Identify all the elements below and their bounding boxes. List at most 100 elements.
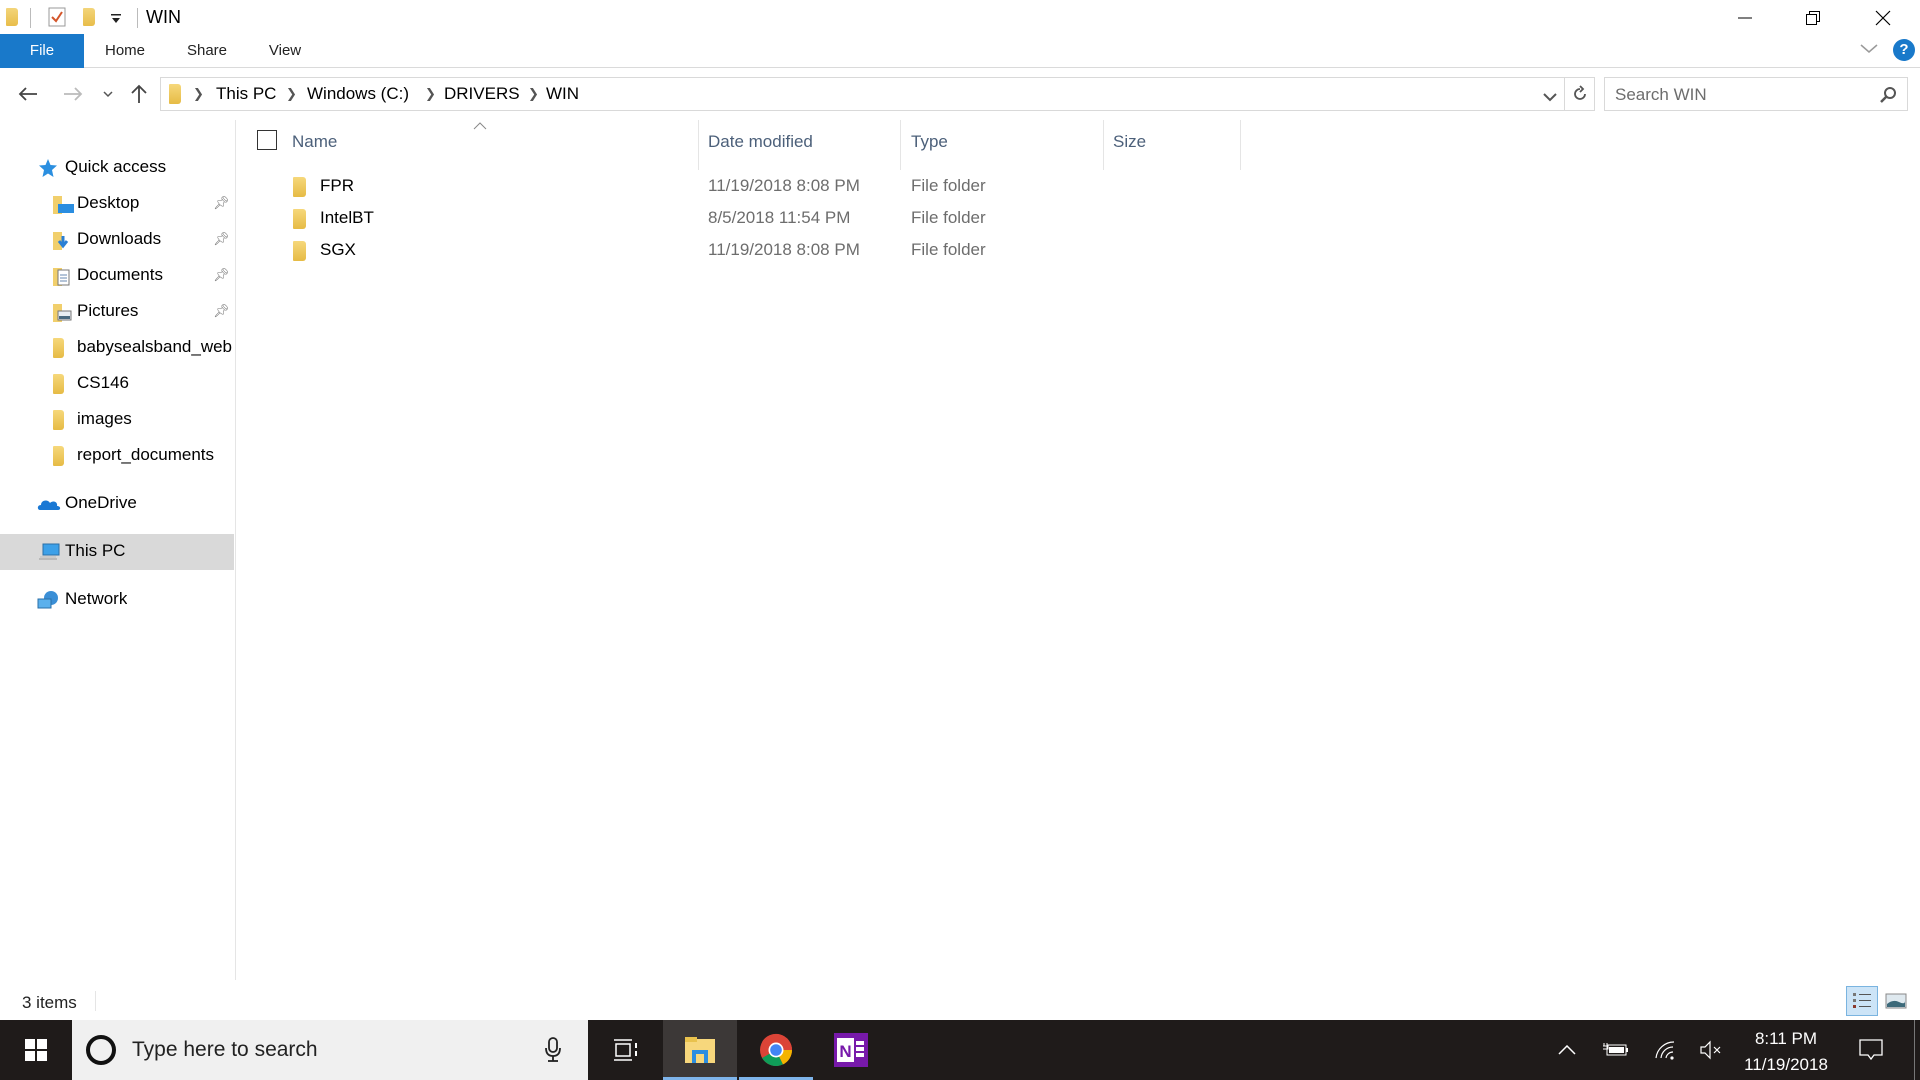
sidebar-item-label: images <box>77 409 132 428</box>
sidebar-item-desktop[interactable]: Desktop 📌︎ <box>0 186 234 222</box>
column-header-size[interactable]: Size <box>1113 132 1146 152</box>
chevron-right-icon[interactable]: ❯ <box>528 86 539 102</box>
expand-ribbon-button[interactable] <box>1860 42 1878 60</box>
sidebar-item-network[interactable]: Network <box>0 582 234 618</box>
chevron-up-icon <box>1558 1045 1576 1055</box>
details-view-button[interactable] <box>1846 986 1878 1016</box>
recent-locations-button[interactable] <box>94 80 122 108</box>
properties-icon[interactable] <box>48 7 66 32</box>
clock-time: 8:11 PM <box>1754 1029 1818 1048</box>
file-date: 8/5/2018 11:54 PM <box>708 208 851 227</box>
address-history-button[interactable] <box>1543 89 1557 107</box>
task-view-button[interactable] <box>588 1020 662 1080</box>
close-icon <box>1875 10 1891 26</box>
table-row[interactable]: IntelBT 8/5/2018 11:54 PM File folder <box>237 203 1237 235</box>
refresh-button[interactable] <box>1565 77 1595 111</box>
show-desktop-button[interactable] <box>1914 1020 1920 1080</box>
file-name: IntelBT <box>320 208 374 227</box>
sidebar-item-downloads[interactable]: Downloads 📌︎ <box>0 222 234 258</box>
breadcrumb-drivers[interactable]: DRIVERS <box>444 84 520 104</box>
sidebar-item-pictures[interactable]: Pictures 📌︎ <box>0 294 234 330</box>
divider <box>137 8 138 28</box>
onenote-icon: N <box>834 1033 868 1067</box>
address-bar[interactable]: ❯ This PC ❯ Windows (C:) ❯ DRIVERS ❯ WIN <box>160 77 1565 111</box>
customize-quick-access-icon[interactable] <box>110 12 122 30</box>
sidebar-item-label: This PC <box>65 541 126 560</box>
taskbar-onenote[interactable]: N <box>814 1020 888 1080</box>
minimize-button[interactable] <box>1710 0 1780 36</box>
sidebar-item-report-documents[interactable]: report_documents <box>0 438 234 474</box>
chevron-right-icon[interactable]: ❯ <box>193 86 204 102</box>
tab-view[interactable]: View <box>258 34 312 68</box>
sidebar-item-this-pc[interactable]: This PC <box>0 534 234 570</box>
search-placeholder: Search WIN <box>1615 85 1707 104</box>
window-title: WIN <box>146 7 181 27</box>
back-button[interactable] <box>13 80 43 108</box>
show-hidden-icons-button[interactable] <box>1550 1020 1584 1080</box>
column-divider[interactable] <box>698 120 699 170</box>
column-divider[interactable] <box>1103 120 1104 170</box>
sidebar-item-babysealsband-web[interactable]: babysealsband_web <box>0 330 234 366</box>
select-all-checkbox[interactable] <box>257 130 277 150</box>
sidebar-item-cs146[interactable]: CS146 <box>0 366 234 402</box>
column-header-name[interactable]: Name <box>292 132 337 152</box>
pin-icon[interactable]: 📌︎ <box>213 231 230 247</box>
breadcrumb-windows-c[interactable]: Windows (C:) <box>307 84 409 104</box>
star-icon <box>38 158 58 178</box>
tab-file[interactable]: File <box>0 34 84 68</box>
battery-button[interactable] <box>1596 1020 1636 1080</box>
pin-icon[interactable]: 📌︎ <box>213 303 230 319</box>
action-center-button[interactable] <box>1850 1020 1892 1080</box>
file-list: Name Date modified Type Size FPR 11/19/2… <box>237 112 1920 972</box>
large-icons-view-icon <box>1885 993 1907 1009</box>
column-divider[interactable] <box>900 120 901 170</box>
help-button[interactable]: ? <box>1893 39 1915 61</box>
new-folder-icon[interactable] <box>83 8 95 26</box>
title-bar: WIN <box>0 0 1920 36</box>
column-header-type[interactable]: Type <box>911 132 948 152</box>
taskbar-file-explorer[interactable] <box>663 1020 737 1080</box>
sidebar-item-images[interactable]: images <box>0 402 234 438</box>
navigation-bar: ❯ This PC ❯ Windows (C:) ❯ DRIVERS ❯ WIN… <box>0 76 1920 112</box>
breadcrumb-this-pc[interactable]: This PC <box>216 84 276 104</box>
chevron-right-icon[interactable]: ❯ <box>425 86 436 102</box>
file-type: File folder <box>911 176 986 195</box>
tab-home[interactable]: Home <box>96 34 154 68</box>
column-header-date-modified[interactable]: Date modified <box>708 132 813 152</box>
chevron-down-icon <box>103 91 113 98</box>
sidebar-item-documents[interactable]: Documents 📌︎ <box>0 258 234 294</box>
sidebar-item-label: Downloads <box>77 229 162 248</box>
pin-icon[interactable]: 📌︎ <box>213 195 230 211</box>
up-button[interactable] <box>124 80 154 108</box>
search-icon[interactable] <box>1879 86 1897 109</box>
folder-icon <box>53 410 64 430</box>
close-button[interactable] <box>1848 0 1918 36</box>
forward-button[interactable] <box>58 80 88 108</box>
search-input[interactable]: Search WIN <box>1604 77 1908 111</box>
cortana-icon[interactable] <box>86 1035 116 1065</box>
clock[interactable]: 8:11 PM 11/19/2018 <box>1736 1026 1836 1078</box>
folder-icon <box>53 446 64 466</box>
large-icons-view-button[interactable] <box>1880 986 1912 1016</box>
ribbon: File Home Share View ? <box>0 34 1920 68</box>
microphone-icon[interactable] <box>545 1037 561 1068</box>
restore-button[interactable] <box>1778 0 1848 36</box>
sidebar-item-label: Network <box>65 589 128 608</box>
breadcrumb-win[interactable]: WIN <box>546 84 579 104</box>
sidebar-item-onedrive[interactable]: OneDrive <box>0 486 234 522</box>
pin-icon[interactable]: 📌︎ <box>213 267 230 283</box>
chevron-right-icon[interactable]: ❯ <box>286 86 297 102</box>
windows-logo-icon <box>25 1039 47 1061</box>
taskbar-chrome[interactable] <box>739 1020 813 1080</box>
tab-share[interactable]: Share <box>178 34 236 68</box>
table-row[interactable]: FPR 11/19/2018 8:08 PM File folder <box>237 171 1237 203</box>
wifi-button[interactable] <box>1648 1020 1682 1080</box>
start-button[interactable] <box>0 1020 72 1080</box>
volume-button[interactable] <box>1694 1020 1728 1080</box>
sidebar-item-quick-access[interactable]: Quick access <box>0 150 234 186</box>
table-row[interactable]: SGX 11/19/2018 8:08 PM File folder <box>237 235 1237 267</box>
help-icon: ? <box>1899 41 1909 58</box>
column-divider[interactable] <box>1240 120 1241 170</box>
taskbar-search-box[interactable]: Type here to search <box>72 1020 588 1080</box>
pictures-folder-icon <box>53 302 73 322</box>
